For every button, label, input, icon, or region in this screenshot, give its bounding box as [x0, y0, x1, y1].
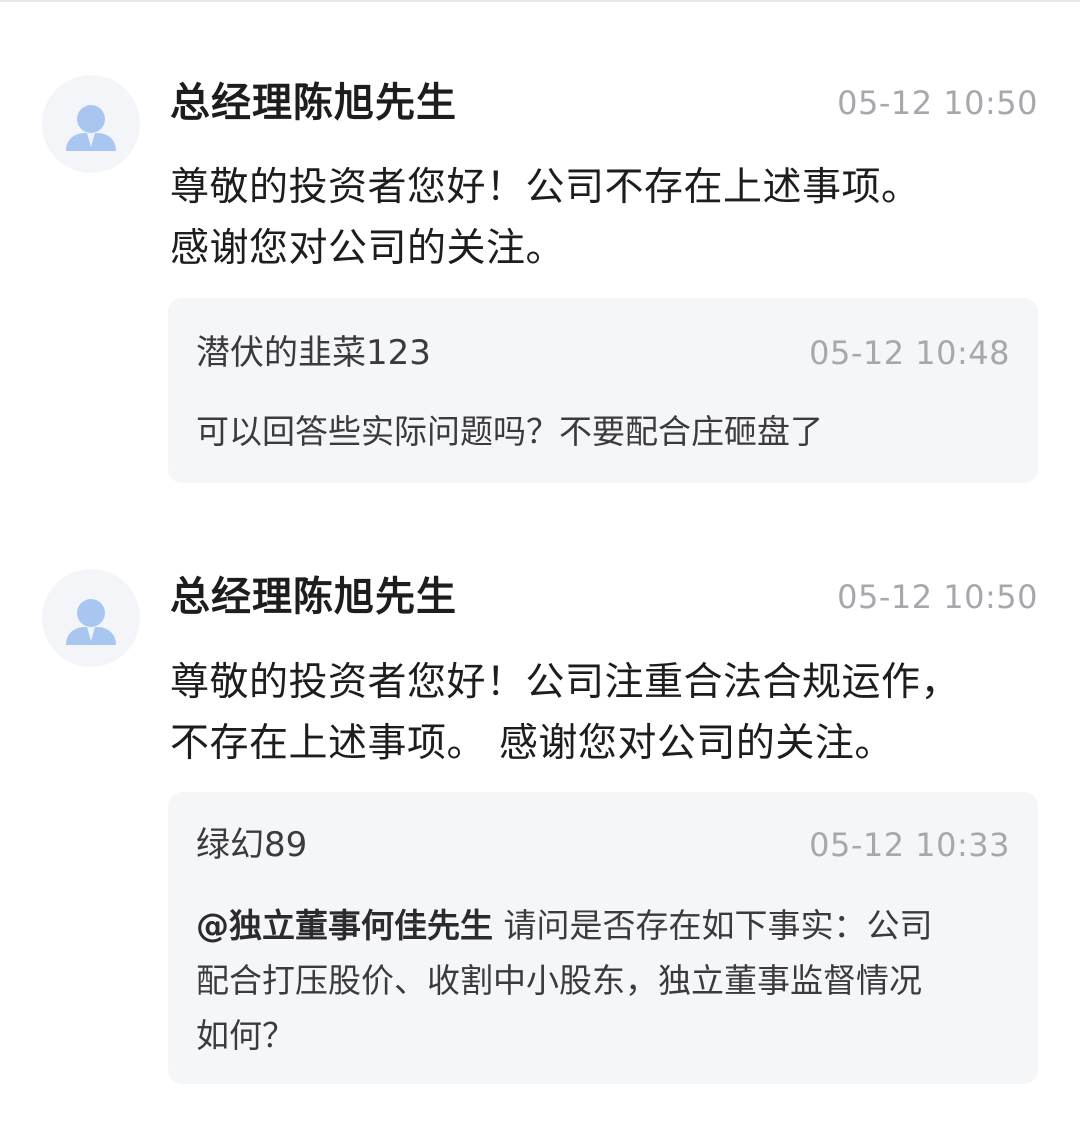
answer-text: 尊敬的投资者您好！公司不存在上述事项。 感谢您对公司的关注。 [170, 157, 1050, 279]
question-line-text: 请问是否存在如下事实：公司 [503, 906, 933, 945]
top-divider [0, 0, 1080, 2]
answer-text: 尊敬的投资者您好！公司注重合法合规运作， 不存在上述事项。 感谢您对公司的关注。 [170, 652, 1050, 774]
quoted-question[interactable]: 潜伏的韭菜123 05-12 10:48 可以回答些实际问题吗？不要配合庄砸盘了 [168, 298, 1038, 483]
question-username[interactable]: 绿幻89 [196, 822, 307, 868]
quoted-question[interactable]: 绿幻89 05-12 10:33 @独立董事何佳先生 请问是否存在如下事实：公司… [168, 792, 1038, 1084]
question-text: @独立董事何佳先生 请问是否存在如下事实：公司 配合打压股价、收割中小股东，独立… [196, 898, 1006, 1063]
answer-line: 感谢您对公司的关注。 [170, 226, 566, 271]
user-avatar-icon[interactable] [42, 75, 140, 173]
question-text: 可以回答些实际问题吗？不要配合庄砸盘了 [196, 412, 823, 451]
answer-line: 尊敬的投资者您好！公司不存在上述事项。 [170, 165, 921, 210]
user-avatar-icon[interactable] [42, 569, 140, 667]
question-line: 如何？ [196, 1016, 295, 1055]
question-username[interactable]: 潜伏的韭菜123 [196, 330, 431, 376]
question-timestamp: 05-12 10:33 [809, 826, 1010, 864]
author-name[interactable]: 总经理陈旭先生 [170, 76, 457, 130]
question-line: @独立董事何佳先生 请问是否存在如下事实：公司 [196, 898, 1006, 953]
reply-timestamp: 05-12 10:50 [837, 84, 1038, 122]
answer-line: 不存在上述事项。 感谢您对公司的关注。 [170, 721, 894, 766]
question-line: 配合打压股价、收割中小股东，独立董事监督情况 [196, 961, 922, 1000]
mention-link[interactable]: @独立董事何佳先生 [196, 906, 493, 945]
answer-line: 尊敬的投资者您好！公司注重合法合规运作， [170, 660, 961, 705]
reply-timestamp: 05-12 10:50 [837, 578, 1038, 616]
question-timestamp: 05-12 10:48 [809, 334, 1010, 372]
author-name[interactable]: 总经理陈旭先生 [170, 570, 457, 624]
